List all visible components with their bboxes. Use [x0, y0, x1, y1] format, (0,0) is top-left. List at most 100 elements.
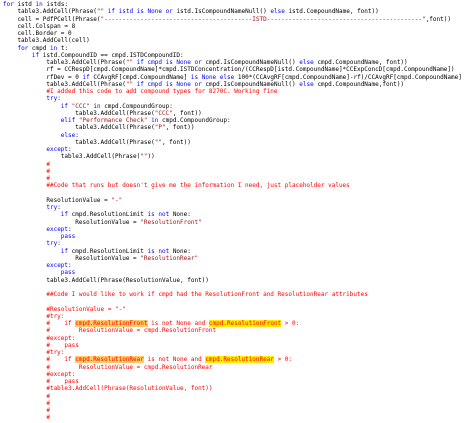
code-token: or — [194, 80, 202, 88]
code-line: table3.AddCell(Phrase("P", font)) — [0, 124, 474, 131]
code-token: #except: — [3, 370, 76, 378]
code-token: or — [165, 8, 173, 16]
code-token: cell = PdfPCell(Phrase( — [3, 15, 101, 23]
code-token: if — [60, 247, 69, 255]
code-token: try — [46, 95, 58, 103]
code-token: None — [172, 59, 195, 66]
code-token: if — [60, 102, 69, 110]
code-line: # — [0, 400, 474, 407]
code-token: for — [3, 1, 14, 8]
code-token: in — [35, 1, 43, 8]
code-token: if cmpd — [133, 59, 166, 66]
code-token: # — [3, 407, 50, 414]
code-token: or — [194, 59, 202, 66]
code-editor[interactable]: for istd in istds: table3.AddCell(Phrase… — [0, 0, 474, 423]
code-token: "-" — [111, 196, 123, 204]
code-token: 100*(CCAvgRF[cmpd.CompoundName]-rf)/CCAv… — [234, 73, 462, 81]
code-token: cell.Border = 0 — [3, 30, 72, 37]
code-token: if istd — [104, 8, 137, 16]
code-token: , font)) — [165, 124, 195, 132]
code-token: # if — [3, 320, 76, 327]
code-line: cell = PdfPCell(Phrase("----------------… — [0, 16, 474, 23]
code-line: table3.AddCell(Phrase("" if cmpd is None… — [0, 81, 474, 88]
code-token: if cmpd — [133, 80, 166, 88]
code-token: for — [17, 44, 29, 52]
code-line: # if cmpd.ResolutionRear is not None and… — [0, 356, 474, 364]
code-line: try: — [0, 240, 474, 247]
code-token: ##Code I would like to work if cmpd had … — [3, 291, 368, 298]
code-token: ResolutionValue = — [3, 218, 141, 226]
code-token: # pass — [3, 378, 79, 385]
code-line: #I added this code to add compound types… — [0, 88, 474, 95]
code-token: rf = CCRespD[cmpd.CompoundName]*cmpd.IST… — [3, 66, 455, 74]
code-line: pass — [0, 233, 474, 240]
code-line: #try: — [0, 313, 474, 320]
code-line: #except: — [0, 371, 474, 378]
code-token: None — [143, 8, 166, 16]
code-token: table3.AddCell(Phrase( — [3, 138, 155, 146]
code-line: # pass — [0, 378, 474, 385]
code-line: if cmpd.ResolutionLimit is not None: — [0, 248, 474, 255]
code-token: : — [75, 131, 79, 139]
code-token: istd.CompoundName, font)) — [284, 8, 379, 16]
code-token: ##Code that runs but doesn't give me the… — [3, 182, 350, 190]
code-line: for cmpd in t: — [0, 45, 474, 52]
code-token: table3.AddCell(Phrase( — [3, 59, 126, 66]
code-token: ResolutionValue = — [3, 196, 112, 204]
code-token: > 0: — [273, 356, 293, 364]
code-line: if cmpd.ResolutionLimit is not None: — [0, 211, 474, 218]
code-line: else: — [0, 132, 474, 139]
code-token: #I added this code to add compound types… — [3, 88, 278, 95]
code-token: pass — [60, 233, 76, 240]
code-line: #try: — [0, 349, 474, 356]
code-token: istd.CompoundID == cmpd.ISTDCompoundID: — [39, 51, 184, 59]
code-line: rf = CCRespD[cmpd.CompoundName]*cmpd.IST… — [0, 66, 474, 73]
code-line: ##Code I would like to work if cmpd had … — [0, 291, 474, 298]
code-line: table3.AddCell(Phrase(ResolutionValue, f… — [0, 277, 474, 284]
code-line: #ResolutionValue = "-" — [0, 306, 474, 313]
code-token: : — [57, 204, 61, 211]
code-token: try — [46, 204, 58, 211]
code-token: istd.IsCompoundNameNull() — [172, 8, 271, 16]
code-token: is not — [147, 211, 170, 219]
code-line: table3.AddCell(Phrase("" if istd is None… — [0, 8, 474, 15]
code-token: #ResolutionValue = "-" — [3, 305, 126, 313]
code-line: except: — [0, 146, 474, 153]
code-token: # — [3, 175, 50, 182]
code-token: # pass — [3, 341, 79, 349]
code-token: else — [299, 59, 314, 66]
code-token: "CCC" — [154, 109, 173, 117]
code-line: except: — [0, 262, 474, 269]
code-token: ResolutionValue = — [3, 254, 141, 262]
code-token: "" — [125, 59, 134, 66]
code-token: is not None and — [147, 320, 209, 327]
code-token: , font)) — [172, 109, 202, 117]
code-line: try: — [0, 95, 474, 102]
code-token: elif — [60, 117, 76, 124]
code-token: : — [68, 262, 72, 269]
code-token: "ResolutionRear" — [140, 254, 199, 262]
code-token: except — [46, 146, 69, 153]
code-token: #try: — [3, 312, 65, 320]
code-token: # — [3, 414, 50, 422]
code-line: # pass — [0, 342, 474, 349]
code-token: else — [219, 73, 235, 81]
code-line: cell.Colspan = 8 — [0, 23, 474, 30]
code-token: if — [82, 73, 90, 81]
code-token: is — [165, 59, 173, 66]
code-token: table3.AddCell(Phrase( — [3, 80, 126, 88]
code-token: table3.AddCell(Phrase( — [3, 124, 155, 132]
code-token: : — [68, 225, 72, 233]
code-token: if — [60, 211, 69, 219]
code-token: except — [46, 262, 69, 269]
code-line: ##Code that runs but doesn't give me the… — [0, 182, 474, 189]
code-token: except — [46, 225, 69, 233]
code-line: cell.Border = 0 — [0, 30, 474, 37]
code-line: try: — [0, 204, 474, 211]
code-line: # — [0, 407, 474, 414]
